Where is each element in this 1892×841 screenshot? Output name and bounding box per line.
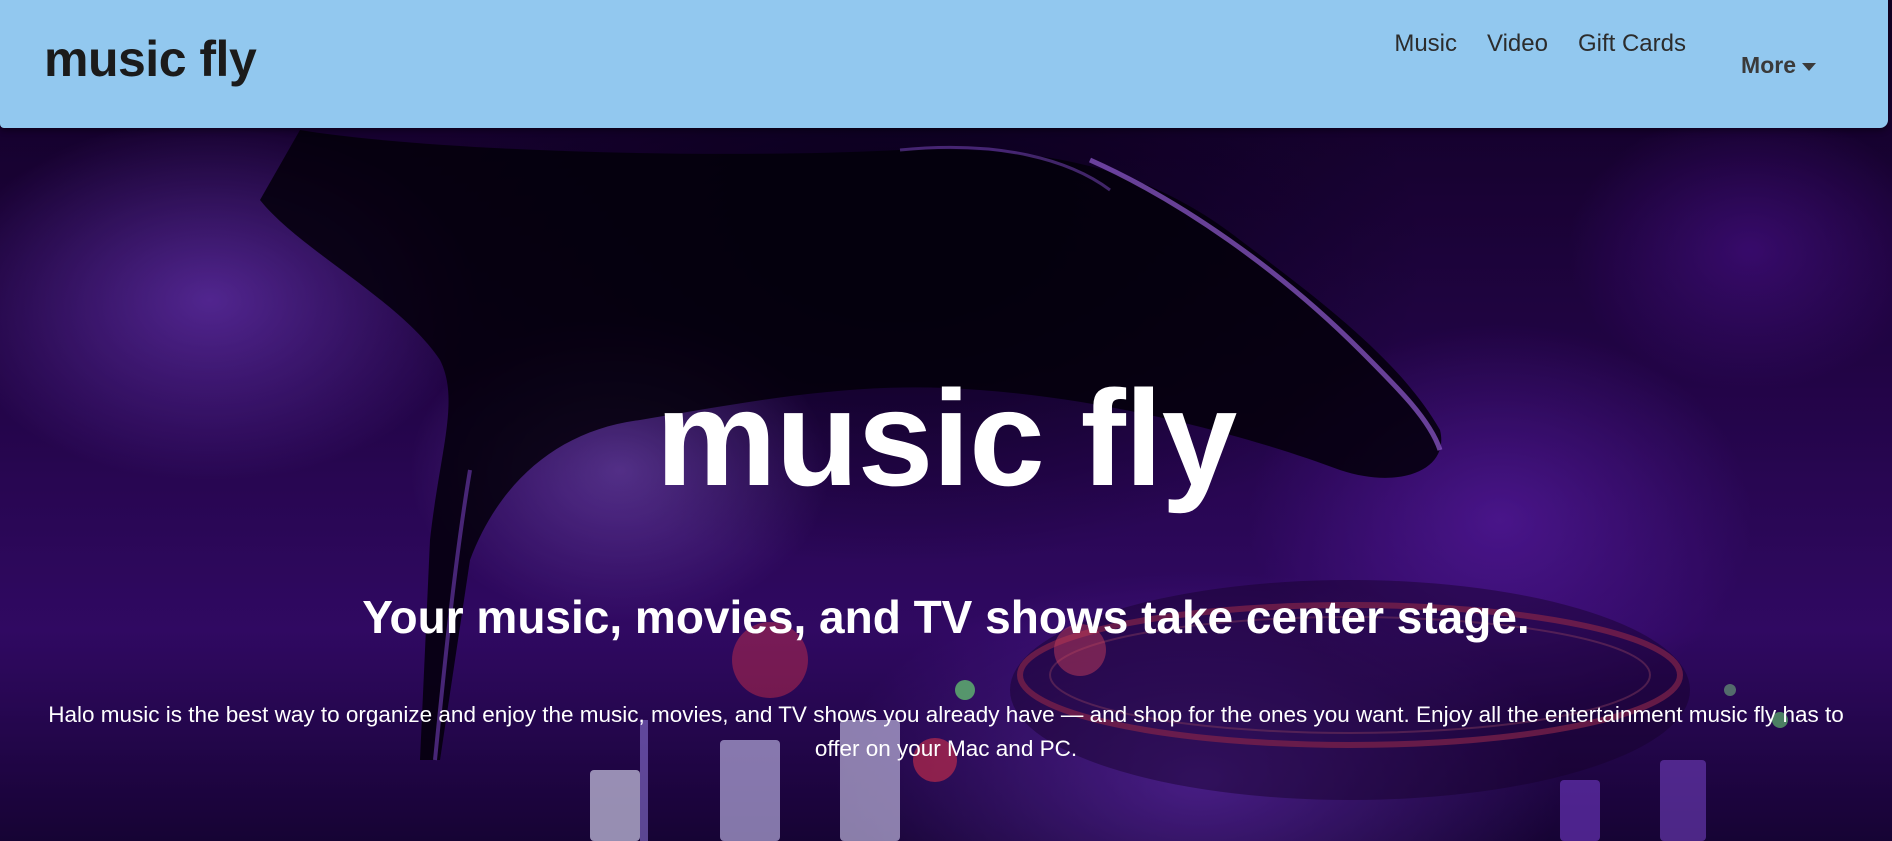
nav-link-gift-cards[interactable]: Gift Cards — [1578, 30, 1686, 58]
brand-logo[interactable]: music fly — [44, 34, 257, 84]
nav-link-music[interactable]: Music — [1394, 30, 1457, 58]
page: music fly Music Video Gift Cards More mu… — [0, 0, 1892, 841]
hero-subtitle: Your music, movies, and TV shows take ce… — [362, 591, 1530, 643]
navbar: music fly Music Video Gift Cards More — [0, 0, 1888, 128]
nav-links: Music Video Gift Cards — [1394, 30, 1686, 58]
more-dropdown[interactable]: More — [1741, 52, 1816, 79]
hero-title: music fly — [655, 362, 1238, 514]
more-dropdown-label: More — [1741, 52, 1796, 78]
nav-link-video[interactable]: Video — [1487, 30, 1548, 58]
hero-description: Halo music is the best way to organize a… — [48, 702, 1844, 761]
caret-down-icon — [1802, 62, 1816, 71]
